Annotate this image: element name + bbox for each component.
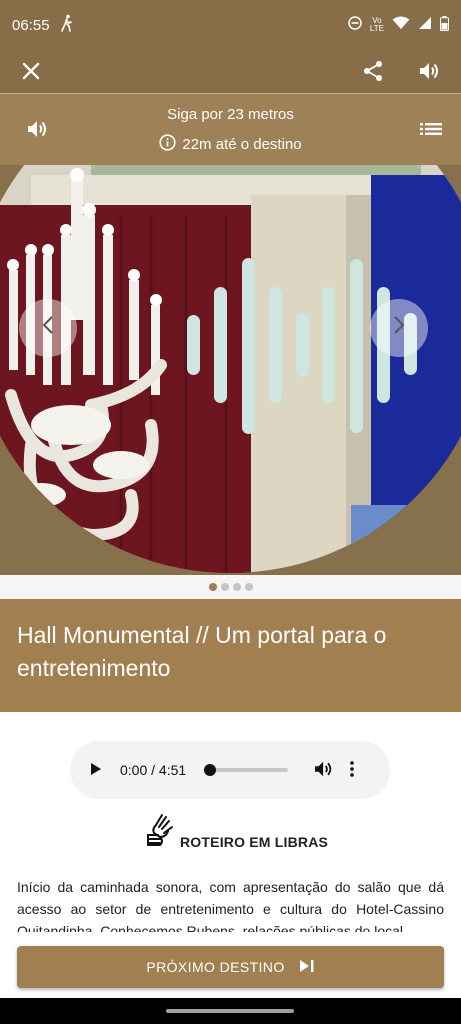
status-bar: 06:55 Vo LTE [0, 0, 461, 50]
share-icon [362, 60, 384, 87]
point-title: Hall Monumental // Um portal para o entr… [17, 622, 387, 681]
distance-text: 22m até o destino [182, 136, 302, 153]
top-toolbar [0, 50, 461, 94]
do-not-disturb-icon [348, 16, 362, 34]
libras-tour-link[interactable]: ROTEIRO EM LIBRAS [146, 812, 328, 852]
wifi-icon [392, 16, 410, 34]
carousel-next-button[interactable] [370, 299, 428, 357]
player-volume-button[interactable] [314, 760, 334, 781]
audio-seek-bar[interactable] [204, 764, 289, 776]
skip-next-icon [299, 959, 315, 976]
navigation-instruction: Siga por 23 metros [167, 106, 294, 123]
chevron-right-icon [392, 315, 406, 341]
waveform-bar [296, 313, 309, 377]
audio-player: 0:00 / 4:51 [70, 741, 390, 799]
carousel-dot[interactable] [208, 583, 217, 591]
list-icon [420, 121, 442, 142]
libras-label: ROTEIRO EM LIBRAS [180, 834, 329, 850]
lte-label: LTE [369, 24, 384, 33]
carousel-dot[interactable] [232, 583, 241, 591]
status-time: 06:55 [12, 16, 50, 34]
volte-indicator: Vo LTE [370, 17, 384, 33]
seek-knob[interactable] [204, 764, 217, 776]
player-more-button[interactable] [350, 760, 354, 780]
carousel-prev-button[interactable] [19, 299, 77, 357]
waveform-bar [187, 315, 200, 375]
waveform-bar [214, 287, 227, 403]
close-icon [22, 62, 40, 85]
play-icon [90, 762, 102, 779]
share-button[interactable] [360, 60, 386, 86]
carousel-indicator [0, 575, 461, 599]
carousel-dot[interactable] [244, 583, 253, 591]
play-button[interactable] [90, 762, 106, 778]
more-vertical-icon [350, 760, 354, 780]
close-button[interactable] [18, 60, 44, 86]
volume-icon [419, 61, 441, 86]
point-title-band: Hall Monumental // Um portal para o entr… [0, 599, 461, 712]
carousel-dot[interactable] [220, 583, 229, 591]
image-carousel[interactable] [0, 165, 461, 575]
info-icon [159, 134, 176, 155]
volume-icon [314, 760, 334, 781]
walking-icon [60, 14, 74, 36]
sign-language-icon [146, 811, 174, 852]
waveform-bar [350, 259, 363, 433]
waveform-bar [322, 287, 335, 403]
distance-info: 22m até o destino [0, 134, 461, 155]
chevron-left-icon [41, 315, 55, 341]
waveform-bar [242, 258, 255, 434]
toolbar-volume-button[interactable] [417, 60, 443, 86]
home-indicator[interactable] [166, 1009, 294, 1013]
status-icons: Vo LTE [348, 15, 449, 35]
next-destination-label: PRÓXIMO DESTINO [146, 959, 285, 975]
signal-icon [418, 16, 432, 34]
battery-icon [440, 15, 449, 35]
route-list-button[interactable] [418, 118, 444, 144]
audio-waveform [187, 258, 417, 434]
point-description: Início da caminhada sonora, com apresent… [17, 879, 444, 932]
waveform-bar [269, 287, 282, 403]
navigation-bar: Siga por 23 metros 22m até o destino [0, 93, 461, 165]
next-destination-button[interactable]: PRÓXIMO DESTINO [17, 946, 444, 988]
audio-time-display: 0:00 / 4:51 [120, 762, 187, 778]
